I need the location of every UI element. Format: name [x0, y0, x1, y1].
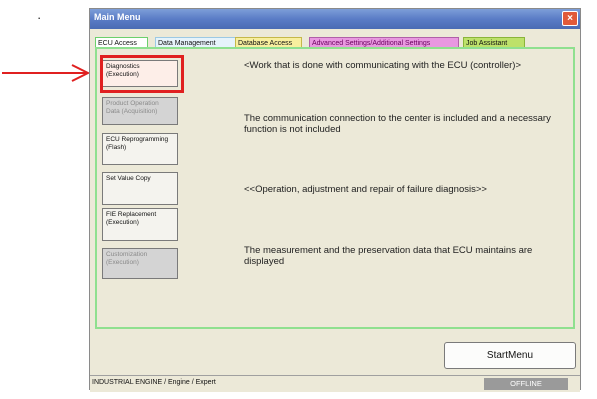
customization-button[interactable]: Customization (Execution) [102, 248, 178, 279]
close-icon: × [567, 13, 573, 24]
start-menu-button[interactable]: StartMenu [444, 342, 576, 369]
ecu-reprogramming-button[interactable]: ECU Reprogramming (Flash) [102, 133, 178, 165]
highlight-box-annotation [100, 55, 184, 93]
communication-description: The communication connection to the cent… [244, 113, 551, 135]
close-button[interactable]: × [562, 11, 578, 26]
set-value-copy-button[interactable]: Set Value Copy [102, 172, 178, 205]
status-path: INDUSTRIAL ENGINE / Engine / Expert [92, 379, 216, 386]
status-bar: INDUSTRIAL ENGINE / Engine / Expert OFFL… [90, 375, 580, 392]
diagnostics-description: <Work that is done with communicating wi… [244, 60, 522, 71]
measurement-description: The measurement and the preservation dat… [244, 245, 533, 267]
connection-status-badge: OFFLINE [484, 378, 568, 390]
bullet-mark: · [37, 10, 42, 25]
product-operation-data-button[interactable]: Product Operation Data (Acquisition) [102, 97, 178, 125]
red-arrow-annotation [2, 64, 91, 82]
operation-description: <<Operation, adjustment and repair of fa… [244, 184, 487, 195]
window-title: Main Menu [94, 12, 141, 22]
fie-replacement-button[interactable]: FIE Replacement (Execution) [102, 208, 178, 241]
title-bar: Main Menu × [90, 9, 580, 29]
